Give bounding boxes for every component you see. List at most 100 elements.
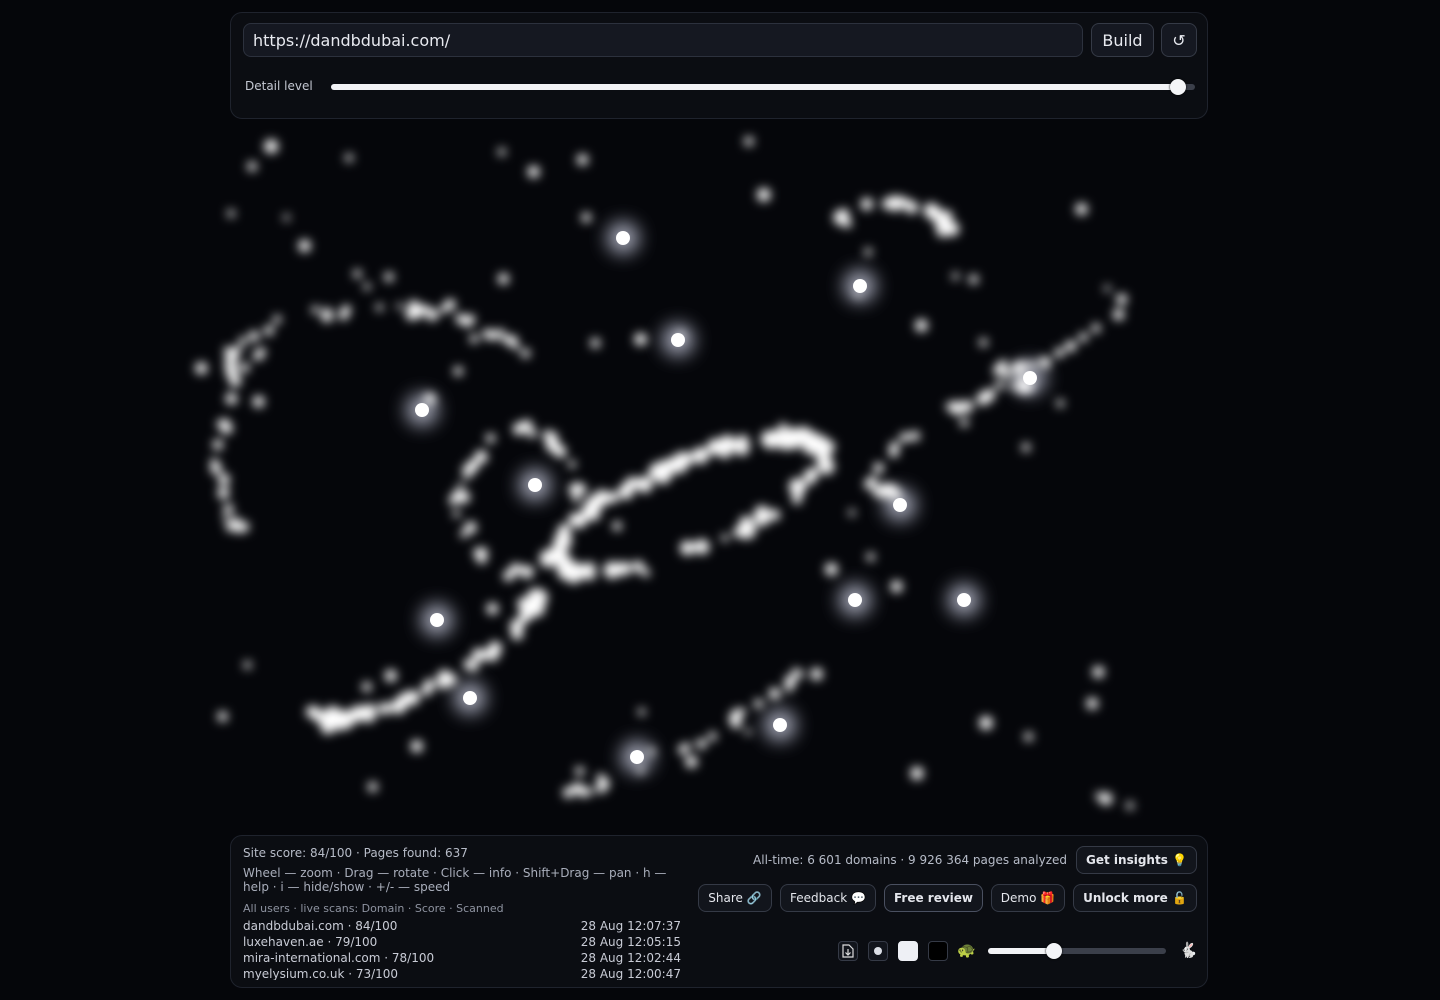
graph-node[interactable] [210, 458, 218, 466]
graph-node[interactable] [612, 521, 622, 531]
graph-node[interactable] [485, 433, 496, 443]
graph-node[interactable] [684, 742, 691, 749]
graph-node[interactable] [598, 778, 610, 790]
graph-node[interactable] [520, 348, 531, 358]
graph-node[interactable] [378, 702, 391, 715]
graph-node[interactable] [757, 188, 771, 202]
graph-node[interactable] [557, 548, 568, 560]
graph-node[interactable] [264, 139, 279, 154]
graph-node[interactable] [458, 482, 464, 489]
graph-node[interactable] [240, 363, 250, 373]
graph-node[interactable] [384, 669, 397, 682]
graph-node[interactable] [1078, 332, 1088, 342]
detail-level-thumb[interactable] [1169, 79, 1186, 95]
graph-node[interactable] [568, 483, 582, 497]
graph-node[interactable] [733, 526, 745, 538]
graph-node[interactable] [527, 165, 540, 178]
graph-node[interactable] [872, 478, 879, 485]
graph-node[interactable] [436, 678, 448, 689]
graph-hub-node[interactable] [1023, 371, 1037, 385]
graph-node[interactable] [768, 687, 781, 700]
graph-node[interactable] [1024, 732, 1033, 741]
graph-node[interactable] [353, 269, 362, 278]
graph-node[interactable] [498, 273, 509, 285]
graph-node[interactable] [485, 647, 499, 662]
graph-node[interactable] [575, 766, 585, 776]
graph-node[interactable] [1065, 340, 1077, 352]
graph-hub-node[interactable] [848, 593, 862, 607]
graph-node[interactable] [298, 239, 311, 252]
graph-node[interactable] [424, 393, 436, 405]
graph-node[interactable] [568, 512, 582, 527]
list-item[interactable]: myelysium.co.uk · 73/100 28 Aug 12:00:47 [243, 966, 681, 980]
graph-node[interactable] [396, 303, 403, 310]
graph-node[interactable] [453, 366, 463, 376]
graph-node[interactable] [760, 430, 779, 448]
graph-node[interactable] [375, 303, 384, 311]
graph-node[interactable] [248, 331, 260, 342]
graph-node[interactable] [769, 509, 781, 521]
site-graph-canvas[interactable] [0, 120, 1440, 832]
graph-hub-node[interactable] [630, 750, 644, 764]
graph-node[interactable] [462, 316, 473, 327]
graph-node[interactable] [217, 711, 228, 722]
graph-node[interactable] [229, 379, 238, 387]
graph-node[interactable] [778, 422, 787, 431]
graph-node[interactable] [1091, 323, 1101, 333]
graph-node[interactable] [564, 565, 583, 584]
graph-node[interactable] [1075, 203, 1088, 215]
graph-node[interactable] [738, 707, 746, 716]
graph-node[interactable] [593, 489, 610, 507]
graph-node[interactable] [708, 732, 717, 741]
graph-node[interactable] [993, 364, 1005, 376]
graph-node[interactable] [848, 509, 856, 516]
graph-node[interactable] [892, 196, 903, 207]
graph-node[interactable] [390, 700, 405, 714]
graph-node[interactable] [1116, 293, 1128, 305]
graph-node[interactable] [791, 494, 803, 505]
graph-node[interactable] [899, 432, 910, 443]
white-theme-icon[interactable] [898, 941, 918, 961]
graph-node[interactable] [866, 552, 875, 562]
graph-node[interactable] [1003, 369, 1013, 379]
graph-node[interactable] [969, 274, 979, 284]
graph-node[interactable] [833, 209, 849, 226]
graph-node[interactable] [217, 487, 230, 499]
graph-node[interactable] [212, 439, 224, 450]
graph-node[interactable] [1126, 801, 1134, 810]
graph-node[interactable] [363, 283, 371, 291]
reset-button[interactable]: ↺ [1161, 23, 1197, 57]
graph-node[interactable] [632, 560, 644, 573]
graph-node[interactable] [1027, 361, 1036, 369]
graph-node[interactable] [529, 601, 545, 617]
graph-node[interactable] [979, 716, 993, 730]
graph-node[interactable] [234, 523, 245, 533]
graph-hub-node[interactable] [671, 333, 685, 347]
graph-node[interactable] [948, 400, 962, 414]
graph-hub-node[interactable] [893, 498, 907, 512]
graph-node[interactable] [810, 668, 823, 681]
graph-node[interactable] [571, 782, 584, 794]
graph-node[interactable] [965, 402, 972, 409]
graph-node[interactable] [1104, 285, 1111, 292]
graph-node[interactable] [1086, 697, 1098, 710]
graph-node[interactable] [321, 310, 333, 323]
graph-node[interactable] [873, 462, 884, 474]
graph-node[interactable] [1021, 443, 1031, 452]
graph-node[interactable] [940, 210, 953, 223]
graph-node[interactable] [225, 349, 235, 360]
graph-node[interactable] [498, 148, 506, 156]
graph-node[interactable] [825, 563, 838, 576]
list-item[interactable]: luxehaven.ae · 79/100 28 Aug 12:05:15 [243, 934, 681, 950]
graph-hub-node[interactable] [616, 231, 630, 245]
graph-node[interactable] [1038, 356, 1051, 369]
graph-node[interactable] [694, 539, 710, 555]
graph-node[interactable] [252, 395, 265, 408]
graph-node[interactable] [888, 447, 899, 458]
graph-node[interactable] [719, 448, 731, 459]
graph-node[interactable] [583, 568, 596, 581]
graph-node[interactable] [511, 628, 524, 640]
graph-node[interactable] [807, 434, 824, 451]
graph-node[interactable] [367, 782, 378, 792]
graph-hub-node[interactable] [773, 718, 787, 732]
